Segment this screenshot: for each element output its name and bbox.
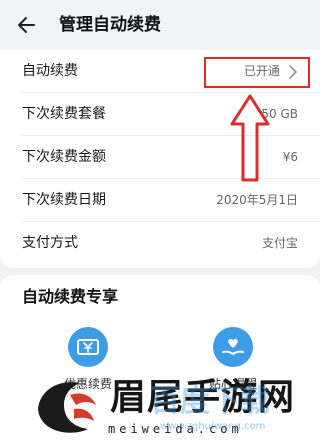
site-logo-icon xyxy=(38,382,96,433)
payment-method-value: 支付宝 xyxy=(261,236,298,250)
next-plan-row: 下次续费套餐 50 GB xyxy=(0,93,320,136)
heart-in-hand-icon xyxy=(213,327,253,367)
app-header: 管理自动续费 xyxy=(0,0,320,50)
next-amount-value: ¥6 xyxy=(282,150,298,164)
watermark-overlay-text: 百度下载 xyxy=(150,384,270,419)
next-date-value: 2020年5月1日 xyxy=(216,193,298,207)
next-date-label: 下次续费日期 xyxy=(22,192,106,208)
annotation-highlight-box xyxy=(204,57,310,88)
page-title: 管理自动续费 xyxy=(59,15,161,35)
payment-method-row: 支付方式 支付宝 xyxy=(0,222,320,265)
watermark-overlay-url: www.zghuiwang.com xyxy=(160,421,266,432)
auto-renew-label: 自动续费 xyxy=(22,63,78,79)
payment-method-label: 支付方式 xyxy=(22,235,78,251)
next-date-row: 下次续费日期 2020年5月1日 xyxy=(0,179,320,222)
next-amount-row: 下次续费金额 ¥6 xyxy=(0,136,320,179)
yen-coupon-icon xyxy=(68,327,108,367)
back-arrow-icon[interactable] xyxy=(14,11,42,39)
site-watermark: 眉尾手游网 meiweida.com 百度下载 www.zghuiwang.co… xyxy=(30,372,320,443)
perks-title: 自动续费专享 xyxy=(22,287,119,306)
annotation-up-arrow-icon xyxy=(230,94,270,182)
next-amount-label: 下次续费金额 xyxy=(22,149,106,165)
next-plan-label: 下次续费套餐 xyxy=(22,106,106,122)
